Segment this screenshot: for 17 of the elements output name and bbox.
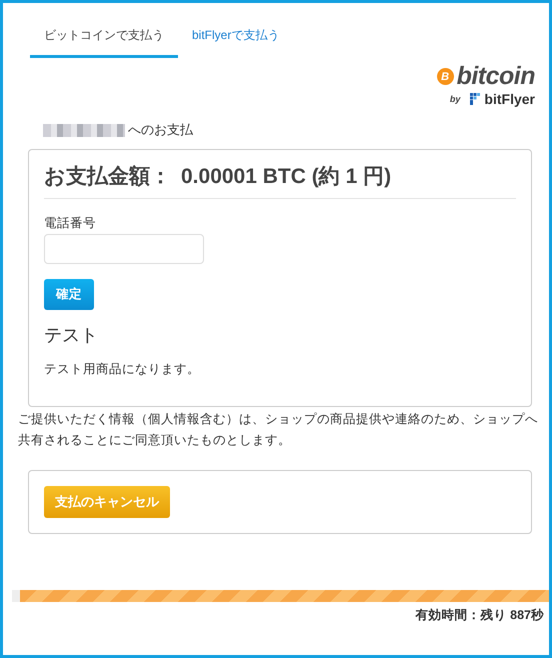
confirm-button[interactable]: 確定 <box>44 279 94 310</box>
product-description: テスト用商品になります。 <box>44 361 201 378</box>
phone-input-field[interactable] <box>44 234 204 264</box>
field-label: 電話番号 <box>44 215 97 232</box>
product-title: テスト <box>44 324 99 347</box>
consent-text: ご提供いただく情報（個人情報含む）は、ショップの商品提供や連絡のため、ショップへ共有されることにご同意頂いたものとします。 <box>18 411 539 449</box>
amount-label: お支払金額： <box>44 164 171 190</box>
logo-brand-text: bitFlyer <box>484 91 535 107</box>
timer-text: 有効時間：残り 887秒 <box>416 607 544 624</box>
tab[interactable]: ビットコインで支払う <box>30 21 178 58</box>
amount-value: 0.00001 BTC (約 1 円) <box>181 164 392 190</box>
tab[interactable]: bitFlyerで支払う <box>178 21 294 58</box>
bitcoin-coin-icon: B <box>436 68 454 85</box>
payee-text: へのお支払 <box>128 121 193 139</box>
logo-by-text: by <box>450 94 460 104</box>
logo-wordmark: bitcoin <box>456 63 535 90</box>
bitflyer-grid-icon <box>470 93 480 105</box>
